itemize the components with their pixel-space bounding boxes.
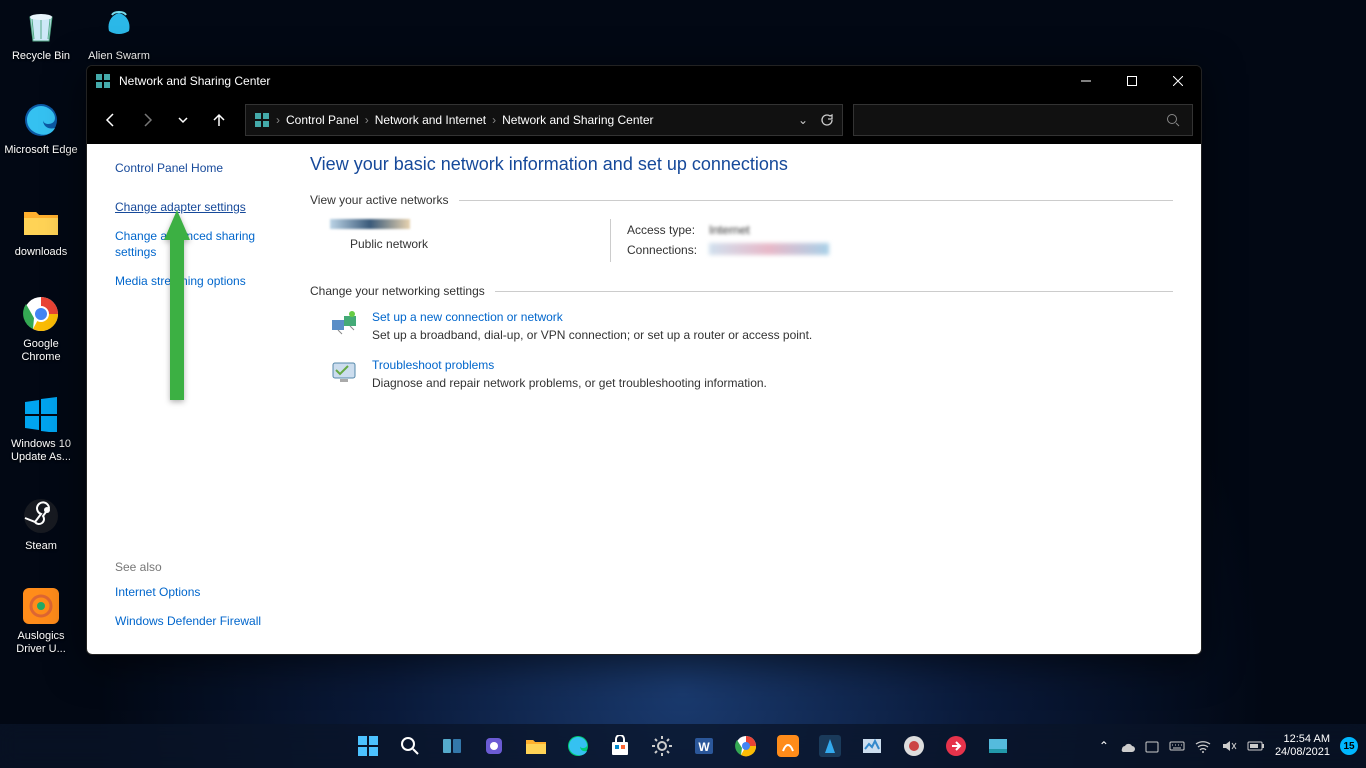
address-bar[interactable]: › Control Panel › Network and Internet ›… bbox=[245, 104, 843, 136]
panel-icon bbox=[254, 112, 270, 128]
app2-button[interactable] bbox=[811, 727, 849, 765]
clock[interactable]: 12:54 AM 24/08/2021 bbox=[1275, 733, 1330, 759]
explorer-button[interactable] bbox=[517, 727, 555, 765]
edge-icon bbox=[21, 100, 61, 140]
desktop-icon-steam[interactable]: Steam bbox=[4, 496, 78, 553]
settings-button[interactable] bbox=[643, 727, 681, 765]
desktop-icon-alien-swarm[interactable]: Alien Swarm bbox=[82, 6, 156, 63]
alien-icon bbox=[99, 6, 139, 46]
search-icon bbox=[1166, 113, 1180, 127]
titlebar[interactable]: Network and Sharing Center bbox=[87, 66, 1201, 96]
forward-button[interactable] bbox=[131, 104, 163, 136]
svg-text:W: W bbox=[698, 740, 710, 754]
app6-button[interactable] bbox=[979, 727, 1017, 765]
app3-button[interactable] bbox=[853, 727, 891, 765]
control-panel-home-link[interactable]: Control Panel Home bbox=[115, 160, 270, 177]
sidebar: Control Panel Home Change adapter settin… bbox=[87, 144, 282, 654]
troubleshoot-link[interactable]: Troubleshoot problems bbox=[372, 358, 767, 372]
troubleshoot-icon bbox=[330, 358, 358, 386]
desktop-icon-downloads[interactable]: downloads bbox=[4, 202, 78, 259]
maximize-button[interactable] bbox=[1109, 66, 1155, 96]
steam-icon bbox=[21, 496, 61, 536]
close-button[interactable] bbox=[1155, 66, 1201, 96]
setup-connection-desc: Set up a broadband, dial-up, or VPN conn… bbox=[372, 328, 812, 342]
window-title: Network and Sharing Center bbox=[119, 74, 270, 88]
media-streaming-options-link[interactable]: Media streaming options bbox=[115, 273, 270, 290]
recycle-bin-icon bbox=[21, 6, 61, 46]
edge-button[interactable] bbox=[559, 727, 597, 765]
connections-label: Connections: bbox=[627, 241, 707, 260]
access-type-label: Access type: bbox=[627, 221, 707, 239]
recent-button[interactable] bbox=[167, 104, 199, 136]
widgets-button[interactable] bbox=[475, 727, 513, 765]
app-tray-icon[interactable] bbox=[1145, 739, 1159, 753]
page-heading: View your basic network information and … bbox=[310, 154, 1173, 175]
see-also-header: See also bbox=[115, 560, 261, 574]
setup-connection-icon bbox=[330, 310, 358, 338]
app5-button[interactable] bbox=[937, 727, 975, 765]
back-button[interactable] bbox=[95, 104, 127, 136]
defender-firewall-link[interactable]: Windows Defender Firewall bbox=[115, 613, 261, 630]
chrome-icon bbox=[21, 294, 61, 334]
up-button[interactable] bbox=[203, 104, 235, 136]
auslogics-icon bbox=[21, 586, 61, 626]
network-type: Public network bbox=[330, 237, 610, 251]
minimize-button[interactable] bbox=[1063, 66, 1109, 96]
change-advanced-sharing-link[interactable]: Change advanced sharing settings bbox=[115, 228, 270, 262]
keyboard-icon[interactable] bbox=[1169, 740, 1185, 752]
desktop-icon-recycle-bin[interactable]: Recycle Bin bbox=[4, 6, 78, 63]
breadcrumb-item[interactable]: Network and Internet bbox=[375, 113, 486, 127]
folder-icon bbox=[21, 202, 61, 242]
date: 24/08/2021 bbox=[1275, 746, 1330, 759]
chevron-down-icon[interactable]: ⌄ bbox=[798, 113, 808, 127]
breadcrumb-item[interactable]: Network and Sharing Center bbox=[502, 113, 653, 127]
search-input[interactable] bbox=[853, 104, 1193, 136]
wifi-icon[interactable] bbox=[1195, 739, 1211, 753]
time: 12:54 AM bbox=[1275, 733, 1330, 746]
battery-icon[interactable] bbox=[1247, 740, 1265, 752]
network-sharing-window: Network and Sharing Center › Control Pan… bbox=[86, 65, 1202, 655]
onedrive-icon[interactable] bbox=[1119, 740, 1135, 752]
taskbar[interactable]: W ⌃ 12:54 AM 24/08/2021 15 bbox=[0, 724, 1366, 768]
connection-redacted[interactable] bbox=[709, 243, 829, 255]
desktop-icon-win10-update[interactable]: Windows 10 Update As... bbox=[4, 394, 78, 464]
refresh-icon[interactable] bbox=[820, 113, 834, 127]
app1-button[interactable] bbox=[769, 727, 807, 765]
desktop-icon-chrome[interactable]: Google Chrome bbox=[4, 294, 78, 364]
network-name-redacted bbox=[330, 219, 410, 229]
desktop-icon-edge[interactable]: Microsoft Edge bbox=[4, 100, 78, 157]
main-panel: View your basic network information and … bbox=[282, 144, 1201, 654]
breadcrumb-item[interactable]: Control Panel bbox=[286, 113, 359, 127]
internet-options-link[interactable]: Internet Options bbox=[115, 584, 261, 601]
active-networks-legend: View your active networks bbox=[310, 193, 1173, 207]
chrome-button[interactable] bbox=[727, 727, 765, 765]
start-button[interactable] bbox=[349, 727, 387, 765]
windows-icon bbox=[21, 394, 61, 434]
access-type-value: Internet bbox=[709, 223, 750, 237]
store-button[interactable] bbox=[601, 727, 639, 765]
app-icon bbox=[95, 73, 111, 89]
desktop-icon-auslogics[interactable]: Auslogics Driver U... bbox=[4, 586, 78, 656]
notification-badge[interactable]: 15 bbox=[1340, 737, 1358, 755]
tray-chevron-up-icon[interactable]: ⌃ bbox=[1099, 739, 1109, 753]
search-button[interactable] bbox=[391, 727, 429, 765]
word-button[interactable]: W bbox=[685, 727, 723, 765]
setup-connection-link[interactable]: Set up a new connection or network bbox=[372, 310, 812, 324]
app4-button[interactable] bbox=[895, 727, 933, 765]
task-view-button[interactable] bbox=[433, 727, 471, 765]
navbar: › Control Panel › Network and Internet ›… bbox=[87, 96, 1201, 144]
troubleshoot-desc: Diagnose and repair network problems, or… bbox=[372, 376, 767, 390]
volume-icon[interactable] bbox=[1221, 739, 1237, 753]
change-adapter-settings-link[interactable]: Change adapter settings bbox=[115, 199, 270, 216]
change-networking-legend: Change your networking settings bbox=[310, 284, 1173, 298]
